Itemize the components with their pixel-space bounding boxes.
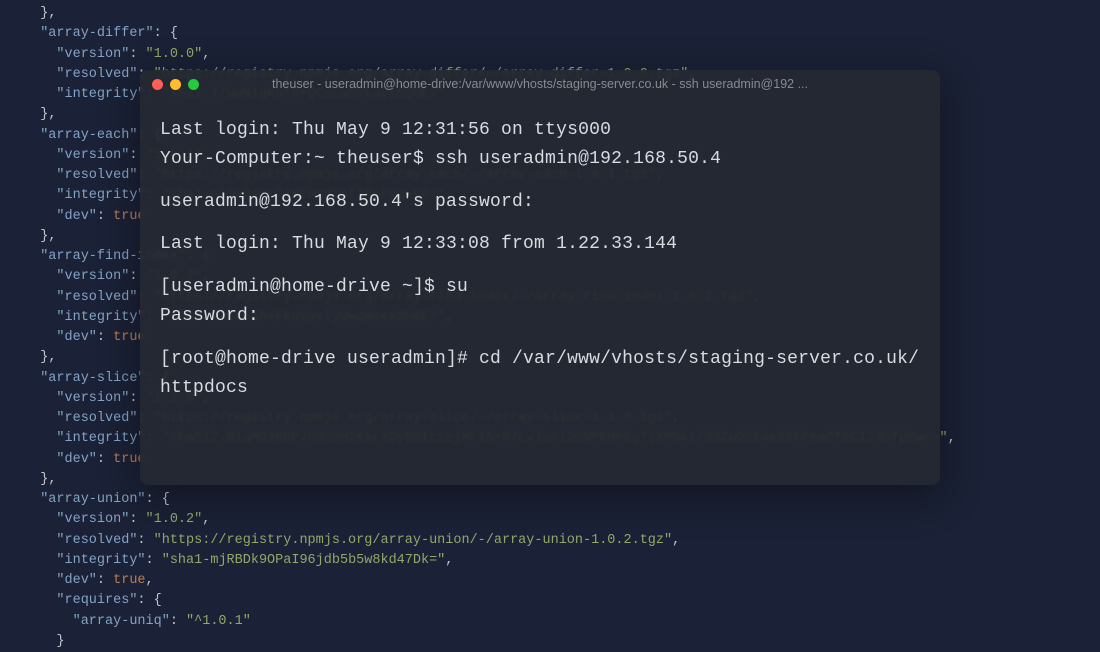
terminal-line	[160, 259, 920, 273]
terminal-line: [root@home-drive useradmin]# cd /var/www…	[160, 345, 920, 403]
terminal-line	[160, 174, 920, 188]
maximize-icon[interactable]	[188, 79, 199, 90]
terminal-titlebar[interactable]: theuser - useradmin@home-drive:/var/www/…	[140, 70, 940, 98]
terminal-title: theuser - useradmin@home-drive:/var/www/…	[140, 75, 940, 94]
code-line: "integrity": "sha1-mjRBDk9OPaI96jdb5b5w8…	[0, 551, 1100, 571]
code-line: "version": "1.0.2",	[0, 510, 1100, 530]
close-icon[interactable]	[152, 79, 163, 90]
code-line: }	[0, 632, 1100, 652]
terminal-line: useradmin@192.168.50.4's password:	[160, 188, 920, 217]
terminal-line: [useradmin@home-drive ~]$ su	[160, 273, 920, 302]
code-line: "requires": {	[0, 591, 1100, 611]
minimize-icon[interactable]	[170, 79, 181, 90]
code-line: "version": "1.0.0",	[0, 45, 1100, 65]
terminal-line: Password:	[160, 302, 920, 331]
terminal-window[interactable]: theuser - useradmin@home-drive:/var/www/…	[140, 70, 940, 485]
code-line: "array-uniq": "^1.0.1"	[0, 612, 1100, 632]
code-line: "array-differ": {	[0, 24, 1100, 44]
terminal-body[interactable]: Last login: Thu May 9 12:31:56 on ttys00…	[140, 98, 940, 420]
terminal-line	[160, 331, 920, 345]
code-line: "array-union": {	[0, 490, 1100, 510]
terminal-line	[160, 216, 920, 230]
terminal-line: Last login: Thu May 9 12:31:56 on ttys00…	[160, 116, 920, 145]
code-line: "dev": true,	[0, 571, 1100, 591]
window-controls	[152, 79, 199, 90]
code-line: "resolved": "https://registry.npmjs.org/…	[0, 531, 1100, 551]
terminal-line: Last login: Thu May 9 12:33:08 from 1.22…	[160, 230, 920, 259]
terminal-line: Your-Computer:~ theuser$ ssh useradmin@1…	[160, 145, 920, 174]
code-line: },	[0, 4, 1100, 24]
